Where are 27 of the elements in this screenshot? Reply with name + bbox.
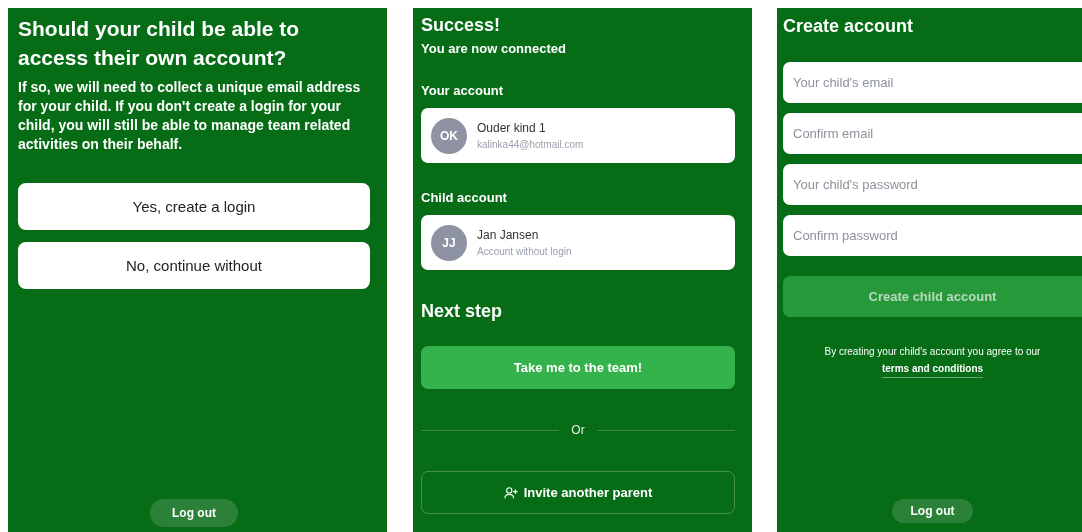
add-person-icon <box>503 485 518 500</box>
subtitle: You are now connected <box>421 41 567 56</box>
input-field[interactable]: Confirm password <box>783 215 1082 256</box>
agreement-text: By creating your child's account you agree to our <box>824 346 1041 357</box>
avatar-initials: OK <box>431 117 467 154</box>
divider-label: Or <box>571 423 585 437</box>
account-name: Ouder kind 1 <box>477 121 547 135</box>
invite-button[interactable]: Invite another parent <box>421 471 735 514</box>
account-detail: Account without login <box>477 246 572 257</box>
account-detail: kalinka44@hotmail.com <box>477 139 584 150</box>
avatar-initials: JJ <box>431 224 467 261</box>
option-button[interactable]: Yes, create a login <box>18 183 370 230</box>
input-field[interactable]: Confirm email <box>783 113 1082 154</box>
form-title: Create account <box>783 16 915 36</box>
explanation-text: If so, we will need to collect a unique email address for your child. If you don't create a login for your child, you will still be able to manage team related activities on their behalf. <box>18 78 362 154</box>
logout-button[interactable]: Log out <box>150 499 238 527</box>
section-heading: Child account <box>421 190 508 205</box>
account-name: Jan Jansen <box>477 228 540 242</box>
input-field[interactable]: Your child's email <box>783 62 1082 103</box>
success-title: Success! <box>421 14 502 36</box>
question-title: Should your child be able to access their own account? <box>18 16 301 71</box>
section-heading: Your account <box>421 83 505 98</box>
terms-link[interactable]: terms and conditions <box>881 363 984 378</box>
option-button[interactable]: No, continue without <box>18 242 370 289</box>
input-field[interactable]: Your child's password <box>783 164 1082 205</box>
logout-button[interactable]: Log out <box>891 499 974 523</box>
section-heading: Next step <box>421 301 504 322</box>
